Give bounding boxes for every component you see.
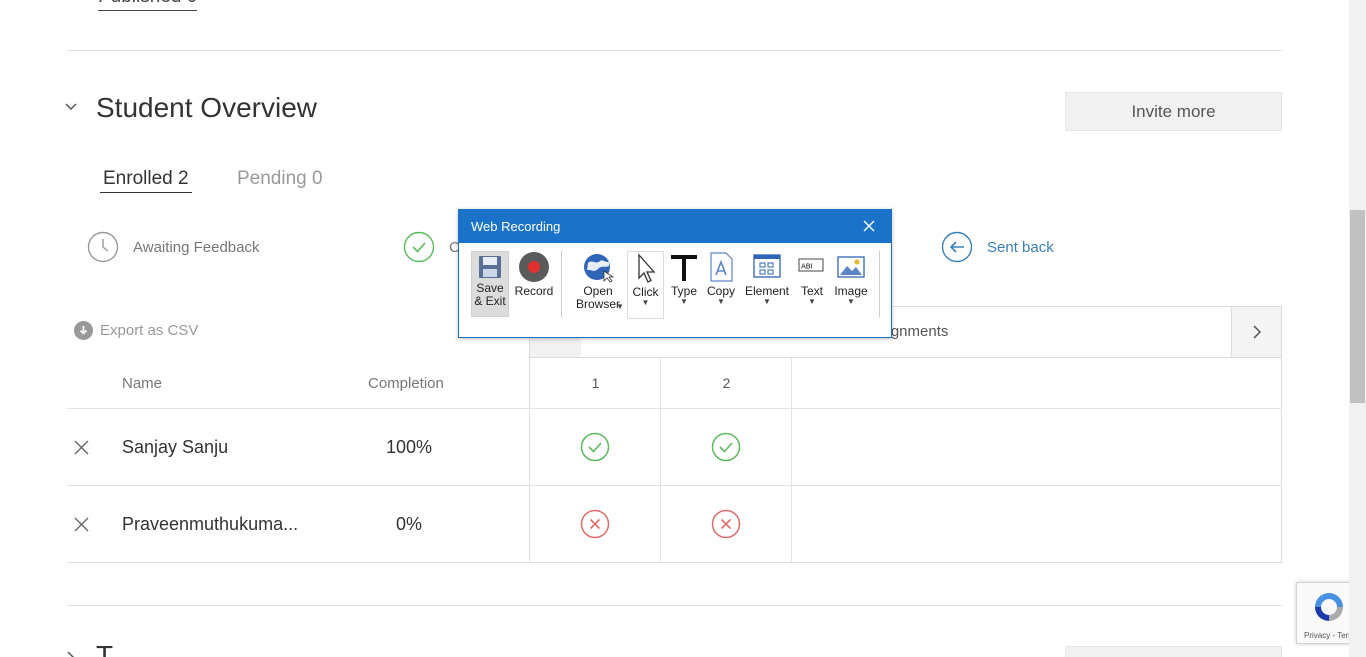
scrollbar-thumb[interactable] — [1350, 210, 1365, 403]
caret-down-icon: ▼ — [808, 297, 816, 306]
svg-text:ABI: ABI — [801, 263, 813, 271]
click-button[interactable]: Click ▼ — [627, 251, 664, 319]
tab-enrolled[interactable]: Enrolled 2 — [100, 168, 192, 193]
export-csv-button[interactable]: Export as CSV — [74, 321, 198, 340]
student-name[interactable]: Praveenmuthukuma... — [122, 514, 298, 535]
divider — [67, 605, 1282, 606]
column-header-completion: Completion — [368, 375, 444, 392]
element-button[interactable]: Element ▼ — [744, 251, 790, 306]
copy-document-icon — [710, 252, 733, 282]
incomplete-x-icon[interactable] — [580, 509, 610, 539]
caret-down-icon: ▼ — [717, 297, 725, 306]
filter-label: Sent back — [987, 238, 1054, 256]
filter-label: Awaiting Feedback — [133, 238, 260, 256]
student-name[interactable]: Sanjay Sanju — [122, 437, 228, 458]
image-icon — [837, 256, 865, 278]
column-header-name: Name — [122, 375, 163, 392]
type-button[interactable]: Type ▼ — [668, 251, 700, 306]
next-section-title: T... — [96, 640, 134, 657]
arrow-left-circle-icon — [941, 231, 973, 263]
caret-down-icon: ▼ — [641, 298, 650, 307]
row-divider — [67, 485, 1282, 486]
filter-sent-back[interactable]: Sent back — [941, 231, 1054, 263]
assignment-number: 1 — [591, 375, 600, 391]
record-button[interactable]: Record — [515, 251, 553, 298]
toolbar-separator — [879, 251, 880, 317]
caret-down-icon: ▼ — [680, 297, 688, 306]
record-icon — [519, 252, 549, 282]
chevron-right-icon — [1252, 325, 1261, 339]
complete-check-icon[interactable] — [711, 432, 741, 462]
next-section-button[interactable] — [1065, 646, 1282, 657]
clock-icon — [87, 231, 119, 263]
caret-down-icon: ▼ — [763, 297, 771, 306]
complete-check-icon[interactable] — [580, 432, 610, 462]
recaptcha-icon — [1315, 593, 1343, 621]
element-grid-icon — [753, 254, 781, 278]
globe-icon — [584, 254, 614, 283]
chevron-right-icon[interactable] — [64, 650, 78, 657]
dialog-title: Web Recording — [471, 219, 561, 234]
chevron-down-icon[interactable] — [64, 100, 78, 114]
export-label: Export as CSV — [100, 322, 199, 339]
tool-label: & Exit — [474, 294, 506, 308]
assignment-number: 2 — [722, 375, 731, 391]
text-button[interactable]: ABI Text ▼ — [796, 251, 828, 306]
row-divider — [67, 562, 529, 563]
tool-label: Browser — [575, 297, 620, 311]
caret-down-icon: ▼ — [616, 302, 624, 311]
tab-published[interactable]: Published 0 — [98, 0, 198, 11]
completion-value: 0% — [395, 514, 422, 534]
filter-awaiting-feedback[interactable]: Awaiting Feedback — [87, 231, 259, 263]
caret-down-icon: ▼ — [847, 297, 855, 306]
image-button[interactable]: Image ▼ — [832, 251, 870, 306]
remove-student-icon[interactable] — [73, 439, 90, 456]
row-divider — [67, 408, 1282, 409]
incomplete-x-icon[interactable] — [711, 509, 741, 539]
cursor-icon — [637, 253, 655, 283]
divider — [67, 50, 1282, 51]
close-icon[interactable] — [861, 218, 877, 234]
tool-label: Record — [514, 284, 554, 298]
filter-completed[interactable]: C — [403, 231, 460, 263]
check-circle-icon — [403, 231, 435, 263]
invite-more-button[interactable]: Invite more — [1065, 92, 1282, 131]
type-t-icon — [671, 255, 697, 281]
web-recording-dialog: Web Recording Save & Exit Record Open Br… — [458, 209, 892, 338]
save-exit-button[interactable]: Save & Exit — [471, 251, 509, 317]
dialog-titlebar[interactable]: Web Recording — [459, 210, 891, 243]
tab-pending[interactable]: Pending 0 — [237, 168, 323, 190]
next-assignments-button[interactable] — [1231, 307, 1281, 357]
download-icon — [74, 321, 93, 340]
text-field-icon: ABI — [798, 258, 824, 272]
copy-button[interactable]: Copy ▼ — [704, 251, 738, 306]
remove-student-icon[interactable] — [73, 516, 90, 533]
floppy-disk-icon — [479, 256, 501, 278]
page: Published 0 Student Overview Invite more… — [0, 0, 1366, 657]
toolbar-separator — [561, 251, 562, 317]
section-title: Student Overview — [96, 92, 317, 123]
completion-value: 100% — [385, 437, 433, 457]
